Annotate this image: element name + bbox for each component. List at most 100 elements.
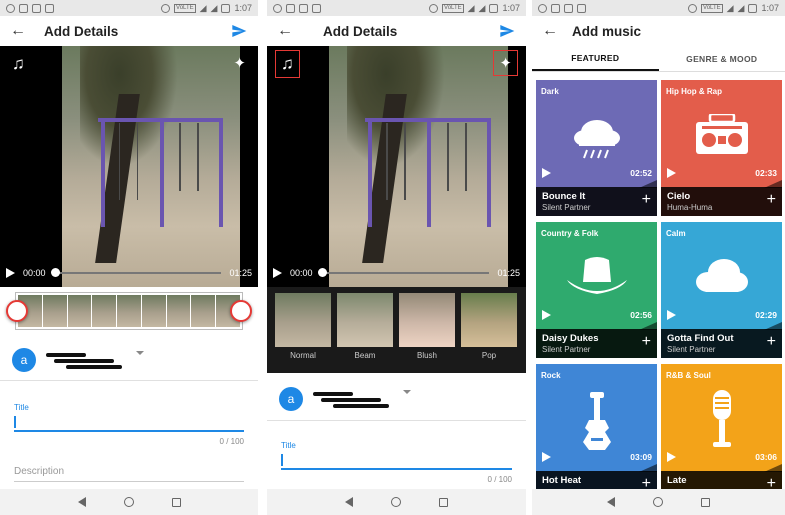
nav-home-icon[interactable] bbox=[123, 497, 134, 507]
back-arrow-icon[interactable]: ← bbox=[277, 22, 299, 40]
description-input[interactable]: Description bbox=[14, 466, 64, 477]
seek-thumb[interactable] bbox=[317, 268, 327, 277]
track-duration: 03:09 bbox=[630, 452, 652, 462]
chevron-down-icon[interactable] bbox=[136, 351, 144, 355]
battery-icon bbox=[489, 3, 499, 13]
genre-label: Hip Hop & Rap bbox=[666, 87, 722, 96]
nav-recents-icon[interactable] bbox=[171, 497, 181, 507]
track-info: Gotta Find Out Silent Partner + bbox=[661, 329, 782, 358]
trim-handle-left[interactable] bbox=[6, 300, 28, 322]
nav-back-icon[interactable] bbox=[607, 497, 615, 507]
clock: 1:07 bbox=[234, 3, 252, 13]
magic-wand-icon[interactable]: ✦ bbox=[493, 50, 518, 76]
filter-beam[interactable]: Beam bbox=[337, 293, 393, 373]
cowboy-hat-icon bbox=[566, 257, 627, 294]
chevron-down-icon[interactable] bbox=[403, 390, 411, 394]
photo-icon bbox=[577, 3, 586, 13]
screen-add-details-trim: VoLTE ◢ ◢ 1:07 ← Add Details ♫ ✦ 00:00 0… bbox=[0, 0, 258, 515]
artist-name: Silent Partner bbox=[542, 345, 591, 354]
filter-normal[interactable]: Normal bbox=[275, 293, 331, 373]
add-track-icon[interactable]: + bbox=[642, 192, 651, 208]
tab-genre-mood[interactable]: GENRE & MOOD bbox=[659, 46, 785, 71]
back-arrow-icon[interactable]: ← bbox=[10, 22, 32, 40]
video-preview[interactable]: ♫ ✦ 00:00 01:25 bbox=[0, 46, 258, 287]
play-icon[interactable] bbox=[667, 310, 676, 320]
play-icon[interactable] bbox=[542, 310, 551, 320]
seek-bar[interactable] bbox=[50, 268, 222, 277]
nav-home-icon[interactable] bbox=[391, 497, 401, 507]
play-icon[interactable] bbox=[667, 168, 676, 178]
title-input[interactable] bbox=[14, 430, 244, 432]
add-track-icon[interactable]: + bbox=[767, 334, 776, 350]
track-tile-daisy-dukes[interactable]: Country & Folk 02:56 Daisy Dukes Silent … bbox=[536, 222, 657, 358]
nav-back-icon[interactable] bbox=[345, 497, 353, 507]
text-cursor bbox=[281, 454, 283, 466]
trim-handle-right[interactable] bbox=[230, 300, 252, 322]
total-time: 01:25 bbox=[497, 268, 520, 278]
send-icon[interactable] bbox=[230, 23, 248, 39]
photo-icon bbox=[312, 3, 321, 13]
video-frame bbox=[62, 46, 240, 287]
song-title: Bounce It bbox=[542, 191, 586, 202]
signal2-icon: ◢ bbox=[478, 2, 486, 13]
instagram-icon bbox=[19, 3, 28, 13]
play-icon[interactable] bbox=[542, 452, 551, 462]
music-note-icon[interactable]: ♫ bbox=[275, 50, 300, 78]
signal-icon: ◢ bbox=[199, 2, 207, 13]
trim-strip[interactable] bbox=[0, 289, 258, 333]
signal2-icon: ◢ bbox=[210, 2, 218, 13]
nav-recents-icon[interactable] bbox=[439, 497, 448, 507]
track-tile-late[interactable]: R&B & Soul 03:06 Late + bbox=[661, 364, 782, 500]
screen-add-details-filters: VoLTE ◢ ◢ 1:07 ← Add Details ♫ ✦ 00:00 0… bbox=[267, 0, 526, 515]
system-nav-bar bbox=[267, 489, 526, 515]
filter-blush[interactable]: Blush bbox=[399, 293, 455, 373]
track-tile-bounce-it[interactable]: Dark 02:52 Bounce It Silent Partner + bbox=[536, 80, 657, 216]
divider bbox=[267, 420, 526, 421]
track-info: Cielo Huma-Huma + bbox=[661, 187, 782, 216]
account-selector[interactable]: a bbox=[0, 342, 258, 378]
genre-label: Rock bbox=[541, 371, 561, 380]
filter-pop[interactable]: Pop bbox=[461, 293, 517, 373]
nav-recents-icon[interactable] bbox=[701, 497, 710, 507]
play-icon[interactable] bbox=[667, 452, 676, 462]
page-title: Add Details bbox=[44, 23, 119, 39]
seek-bar[interactable] bbox=[317, 268, 490, 277]
genre-label: R&B & Soul bbox=[666, 371, 711, 380]
back-arrow-icon[interactable]: ← bbox=[542, 22, 564, 40]
account-selector[interactable]: a bbox=[267, 381, 526, 417]
track-duration: 02:33 bbox=[755, 168, 777, 178]
system-nav-bar bbox=[0, 489, 258, 515]
track-tile-gotta-find-out[interactable]: Calm 02:29 Gotta Find Out Silent Partner… bbox=[661, 222, 782, 358]
track-duration: 02:56 bbox=[630, 310, 652, 320]
trim-frames bbox=[15, 292, 243, 330]
seek-thumb[interactable] bbox=[50, 268, 60, 277]
vibrate-icon bbox=[688, 3, 698, 13]
play-icon[interactable] bbox=[273, 268, 282, 278]
send-icon[interactable] bbox=[498, 23, 516, 39]
video-preview[interactable]: ♫ ✦ 00:00 01:25 bbox=[267, 46, 526, 287]
play-icon[interactable] bbox=[542, 168, 551, 178]
add-track-icon[interactable]: + bbox=[642, 334, 651, 350]
nav-back-icon[interactable] bbox=[77, 497, 86, 507]
playback-controls: 00:00 01:25 bbox=[267, 268, 526, 278]
tab-featured[interactable]: FEATURED bbox=[532, 46, 659, 71]
music-note-icon[interactable]: ♫ bbox=[12, 54, 25, 74]
redacted-account-name bbox=[46, 350, 126, 370]
magic-wand-icon[interactable]: ✦ bbox=[233, 54, 246, 72]
filter-label: Blush bbox=[416, 351, 437, 360]
gallery-icon bbox=[564, 3, 573, 13]
whatsapp-icon bbox=[273, 3, 282, 13]
description-underline bbox=[14, 481, 244, 482]
title-input[interactable] bbox=[281, 468, 512, 470]
track-info: Daisy Dukes Silent Partner + bbox=[536, 329, 657, 358]
avatar: a bbox=[12, 348, 36, 372]
vibrate-icon bbox=[429, 3, 439, 13]
add-track-icon[interactable]: + bbox=[767, 192, 776, 208]
play-icon[interactable] bbox=[6, 268, 15, 278]
track-tile-cielo[interactable]: Hip Hop & Rap 02:33 Cielo Huma-Huma + bbox=[661, 80, 782, 216]
whatsapp-icon bbox=[538, 3, 547, 13]
nav-home-icon[interactable] bbox=[653, 497, 663, 507]
song-title: Hot Heat bbox=[542, 475, 582, 486]
photo-icon bbox=[45, 3, 54, 13]
track-tile-hot-heat[interactable]: Rock 03:09 Hot Heat + bbox=[536, 364, 657, 500]
